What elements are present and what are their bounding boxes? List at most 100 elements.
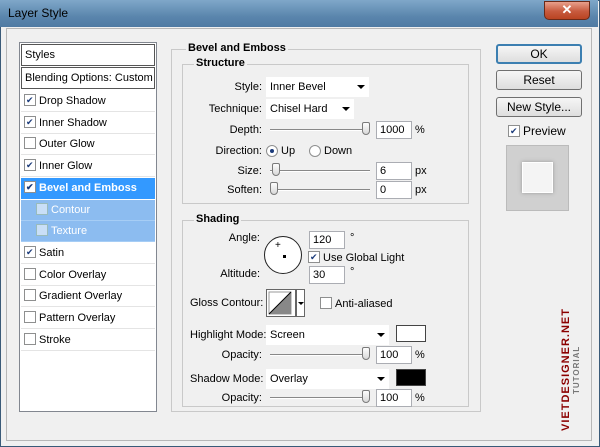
soften-input[interactable]: 0 (376, 181, 412, 199)
anti-aliased-checkbox[interactable] (320, 297, 332, 309)
depth-slider-track[interactable] (270, 129, 370, 131)
style-item-checkbox[interactable] (24, 137, 36, 150)
technique-select-value: Chisel Hard (270, 103, 328, 115)
altitude-label: Altitude: (220, 268, 260, 280)
preview-row[interactable]: Preview (508, 124, 566, 138)
title-bar[interactable]: Layer Style ✕ (0, 0, 598, 27)
contour-curve-icon (268, 291, 292, 315)
style-item-bevel-and-emboss[interactable]: Bevel and Emboss (21, 177, 155, 199)
shadow-mode-label: Shadow Mode: (190, 373, 264, 385)
style-item-satin[interactable]: Satin (21, 243, 155, 264)
style-item-checkbox[interactable] (36, 202, 48, 215)
shadow-opacity-thumb[interactable] (362, 390, 370, 403)
anti-aliased-label: Anti-aliased (335, 298, 393, 310)
direction-up-radio[interactable] (266, 145, 278, 157)
highlight-opacity-thumb[interactable] (362, 347, 370, 360)
watermark: VIETDESIGNER.NET TUTORIAL (560, 300, 600, 440)
gloss-contour-picker[interactable] (266, 289, 296, 317)
style-item-checkbox[interactable] (36, 224, 48, 237)
preview-checkbox[interactable] (508, 125, 520, 137)
close-button[interactable]: ✕ (544, 1, 590, 20)
angle-input[interactable]: 120 (309, 231, 345, 249)
preview-swatch (506, 145, 569, 211)
style-item-checkbox[interactable] (24, 180, 36, 193)
style-label: Style: (234, 81, 262, 93)
style-item-texture[interactable]: Texture (21, 221, 155, 243)
shadow-color-swatch[interactable] (396, 369, 426, 386)
global-light-checkbox[interactable] (308, 251, 320, 263)
style-select[interactable]: Inner Bevel (266, 77, 369, 97)
new-style-button[interactable]: New Style... (496, 97, 582, 117)
style-item-inner-glow[interactable]: Inner Glow (21, 156, 155, 178)
global-light-label: Use Global Light (323, 252, 405, 264)
style-item-gradient-overlay[interactable]: Gradient Overlay (21, 286, 155, 308)
style-item-checkbox[interactable] (24, 311, 36, 323)
ok-button[interactable]: OK (496, 44, 582, 64)
depth-unit: % (415, 124, 425, 136)
size-slider-thumb[interactable] (271, 163, 280, 176)
highlight-mode-label: Highlight Mode: (190, 329, 267, 341)
style-select-value: Inner Bevel (270, 81, 326, 93)
chevron-down-icon (377, 377, 385, 381)
soften-slider-thumb[interactable] (270, 182, 278, 195)
angle-dial[interactable]: + (264, 236, 302, 274)
anti-aliased-row[interactable]: Anti-aliased (320, 297, 392, 310)
style-item-drop-shadow[interactable]: Drop Shadow (21, 91, 155, 112)
shadow-opacity-label: Opacity: (221, 392, 262, 404)
size-label: Size: (237, 165, 262, 177)
style-item-color-overlay[interactable]: Color Overlay (21, 265, 155, 286)
soften-label: Soften: (227, 184, 262, 196)
style-item-contour[interactable]: Contour (21, 199, 155, 221)
style-item-label: Contour (51, 203, 91, 216)
shadow-opacity-input[interactable]: 100 (376, 389, 412, 407)
direction-label: Direction: (215, 145, 262, 157)
shadow-opacity-unit: % (415, 392, 425, 404)
highlight-opacity-input[interactable]: 100 (376, 346, 412, 364)
highlight-mode-value: Screen (270, 329, 305, 341)
style-item-checkbox[interactable] (24, 245, 36, 258)
styles-header[interactable]: Styles (21, 44, 155, 66)
altitude-unit: ° (350, 266, 355, 278)
shadow-mode-select[interactable]: Overlay (266, 369, 389, 389)
style-item-checkbox[interactable] (24, 159, 36, 172)
depth-slider-thumb[interactable] (362, 122, 370, 135)
window-title: Layer Style (8, 6, 69, 20)
style-item-pattern-overlay[interactable]: Pattern Overlay (21, 308, 155, 329)
shadow-opacity-track[interactable] (270, 397, 370, 399)
technique-select[interactable]: Chisel Hard (266, 99, 354, 119)
direction-down-radio[interactable] (309, 145, 321, 157)
style-item-checkbox[interactable] (24, 289, 36, 302)
chevron-down-icon (342, 107, 350, 111)
highlight-opacity-label: Opacity: (221, 349, 262, 361)
blending-options-item[interactable]: Blending Options: Custom (21, 67, 155, 89)
highlight-opacity-track[interactable] (270, 354, 370, 356)
chevron-down-icon (377, 333, 385, 337)
size-slider-track[interactable] (270, 170, 370, 172)
altitude-input[interactable]: 30 (309, 266, 345, 284)
soften-slider-track[interactable] (270, 189, 370, 191)
style-item-checkbox[interactable] (24, 94, 36, 106)
depth-input[interactable]: 1000 (376, 121, 412, 139)
reset-button[interactable]: Reset (496, 70, 582, 90)
bevel-emboss-title: Bevel and Emboss (186, 42, 288, 54)
styles-list: Styles Blending Options: Custom Drop Sha… (19, 42, 157, 412)
shading-title: Shading (194, 213, 242, 225)
gloss-contour-dropdown[interactable] (296, 289, 305, 317)
style-item-stroke[interactable]: Stroke (21, 330, 155, 351)
chevron-down-icon (357, 85, 365, 89)
shadow-mode-value: Overlay (270, 373, 308, 385)
style-item-checkbox[interactable] (24, 332, 36, 345)
global-light-row[interactable]: Use Global Light (308, 251, 404, 264)
style-item-label: Inner Glow (39, 160, 93, 173)
size-input[interactable]: 6 (376, 162, 412, 180)
style-item-outer-glow[interactable]: Outer Glow (21, 134, 155, 156)
dial-center-icon (283, 255, 286, 258)
style-item-label: Gradient Overlay (39, 290, 123, 303)
style-item-checkbox[interactable] (24, 115, 36, 128)
direction-down-label: Down (324, 145, 353, 157)
dial-crosshair-icon: + (275, 240, 281, 251)
highlight-color-swatch[interactable] (396, 325, 426, 342)
style-item-checkbox[interactable] (24, 267, 36, 280)
style-item-inner-shadow[interactable]: Inner Shadow (21, 113, 155, 134)
highlight-mode-select[interactable]: Screen (266, 325, 389, 345)
